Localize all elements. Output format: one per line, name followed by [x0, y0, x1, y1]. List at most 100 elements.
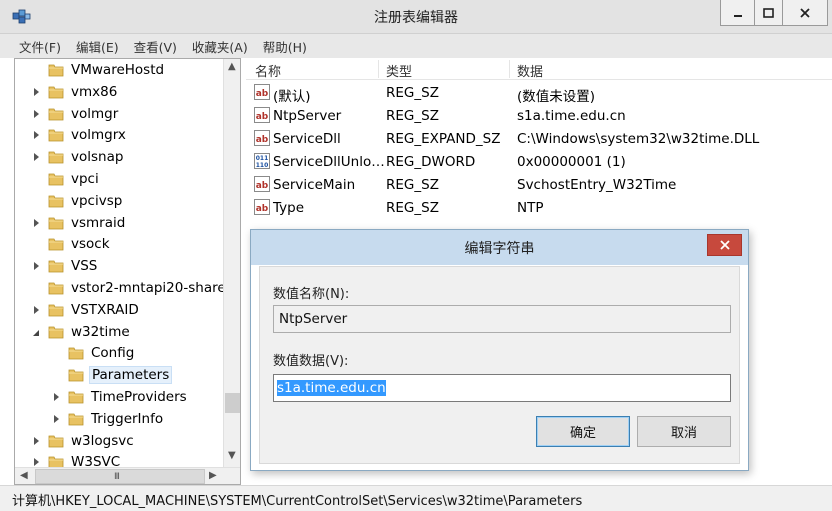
- value-row[interactable]: ab Type REG_SZ NTP: [246, 197, 832, 220]
- minimize-button[interactable]: [720, 0, 754, 26]
- scroll-up-icon[interactable]: ▲: [228, 62, 236, 72]
- maximize-button[interactable]: [754, 0, 782, 26]
- tree-item-label: Parameters: [89, 366, 173, 385]
- tree-vertical-scroll-thumb[interactable]: [225, 393, 240, 413]
- dialog-title: 编辑字符串: [464, 241, 535, 257]
- value-type: REG_DWORD: [386, 154, 476, 170]
- tree-item[interactable]: vmx86: [33, 81, 119, 103]
- tree-item-label: vpci: [71, 171, 99, 187]
- value-row[interactable]: ab NtpServer REG_SZ s1a.time.edu.cn: [246, 105, 832, 128]
- collapsed-arrow-icon[interactable]: [33, 130, 41, 140]
- collapsed-arrow-icon[interactable]: [33, 261, 41, 271]
- maximize-icon: [763, 7, 774, 18]
- collapsed-arrow-icon[interactable]: [33, 436, 41, 446]
- no-expander: [33, 65, 41, 75]
- registry-tree[interactable]: VMwareHostd vmx86 volmgr volmgrx volsnap vpci…: [14, 58, 241, 485]
- collapsed-arrow-icon[interactable]: [53, 392, 61, 402]
- collapsed-arrow-icon[interactable]: [33, 305, 41, 315]
- svg-text:ab: ab: [256, 135, 269, 145]
- folder-icon: [68, 390, 84, 404]
- tree-item[interactable]: w32time: [33, 321, 132, 343]
- value-type: REG_SZ: [386, 200, 439, 216]
- folder-icon: [48, 259, 64, 273]
- scroll-down-icon[interactable]: ▼: [228, 451, 236, 461]
- tree-item[interactable]: vpcivsp: [33, 190, 124, 212]
- svg-text:ab: ab: [256, 112, 269, 122]
- tree-item[interactable]: volsnap: [33, 146, 125, 168]
- tree-item[interactable]: VSS: [33, 255, 99, 277]
- value-row[interactable]: ab ServiceDll REG_EXPAND_SZ C:\Windows\syst…: [246, 128, 832, 151]
- tree-item[interactable]: VSTXRAID: [33, 299, 141, 321]
- collapsed-arrow-icon[interactable]: [33, 218, 41, 228]
- tree-item[interactable]: Parameters: [53, 364, 173, 386]
- column-header-name[interactable]: 名称: [255, 61, 281, 80]
- folder-icon: [48, 434, 64, 448]
- string-value-icon: ab: [254, 107, 270, 123]
- value-row[interactable]: 011 110 ServiceDllUnlo… REG_DWORD 0x00000001…: [246, 151, 832, 174]
- tree-item[interactable]: vsock: [33, 233, 112, 255]
- menu-view[interactable]: 查看(V): [134, 37, 177, 56]
- value-data: (数值未设置): [517, 89, 596, 105]
- column-separator[interactable]: [509, 60, 510, 78]
- close-button[interactable]: [782, 0, 828, 26]
- scroll-right-icon[interactable]: ▶: [209, 471, 217, 481]
- menu-help[interactable]: 帮助(H): [263, 37, 307, 56]
- folder-icon: [48, 216, 64, 230]
- tree-horizontal-scrollbar[interactable]: ◀ III ▶: [15, 467, 240, 484]
- list-header: 名称 类型 数据: [246, 58, 832, 80]
- tree-item-label: volmgr: [71, 105, 119, 122]
- collapsed-arrow-icon[interactable]: [33, 87, 41, 97]
- no-expander: [33, 174, 41, 184]
- tree-item[interactable]: TimeProviders: [53, 386, 189, 408]
- tree-item[interactable]: VMwareHostd: [33, 59, 166, 81]
- folder-icon: [48, 194, 64, 208]
- column-separator[interactable]: [378, 60, 379, 78]
- folder-icon: [68, 368, 84, 382]
- tree-item[interactable]: w3logsvc: [33, 430, 136, 452]
- tree-item[interactable]: vpci: [33, 168, 101, 190]
- tree-item-label: vstor2-mntapi20-shared: [71, 280, 235, 296]
- tree-vertical-scrollbar[interactable]: ▲ ▼: [223, 59, 240, 467]
- cancel-button[interactable]: 取消: [637, 416, 731, 447]
- menu-file[interactable]: 文件(F): [19, 37, 61, 56]
- collapsed-arrow-icon[interactable]: [33, 109, 41, 119]
- close-icon: [719, 240, 730, 250]
- tree-item[interactable]: Config: [53, 342, 136, 364]
- value-type: REG_SZ: [386, 177, 439, 193]
- tree-item[interactable]: vstor2-mntapi20-shared: [33, 277, 236, 299]
- column-header-data[interactable]: 数据: [517, 61, 543, 80]
- value-name: NtpServer: [273, 108, 342, 124]
- dialog-close-button[interactable]: [707, 234, 742, 256]
- menu-favorites[interactable]: 收藏夹(A): [192, 37, 248, 56]
- svg-text:ab: ab: [256, 181, 269, 191]
- tree-item-label: vmx86: [71, 83, 118, 100]
- folder-icon: [48, 281, 64, 295]
- tree-item[interactable]: volmgr: [33, 103, 120, 125]
- collapsed-arrow-icon[interactable]: [33, 457, 41, 467]
- menu-edit[interactable]: 编辑(E): [76, 37, 119, 56]
- close-icon: [800, 7, 810, 18]
- value-name: ServiceDllUnlo…: [273, 154, 385, 170]
- value-row[interactable]: ab (默认) REG_SZ (数值未设置): [246, 82, 832, 105]
- binary-value-icon: 011 110: [254, 153, 270, 169]
- collapsed-arrow-icon[interactable]: [33, 152, 41, 162]
- tree-item-label: TimeProviders: [91, 389, 187, 405]
- column-header-type[interactable]: 类型: [386, 61, 412, 80]
- tree-item[interactable]: vsmraid: [33, 212, 127, 234]
- folder-icon: [48, 172, 64, 186]
- folder-icon: [68, 412, 84, 426]
- tree-item-label: volsnap: [71, 149, 124, 166]
- scroll-left-icon[interactable]: ◀: [20, 471, 28, 481]
- collapsed-arrow-icon[interactable]: [53, 414, 61, 424]
- expanded-arrow-icon[interactable]: [33, 327, 41, 337]
- tree-horizontal-scroll-thumb[interactable]: III: [35, 469, 205, 484]
- value-data-input[interactable]: s1a.time.edu.cn: [273, 374, 731, 402]
- tree-item[interactable]: volmgrx: [33, 124, 128, 146]
- value-name: ServiceDll: [273, 131, 341, 147]
- value-data: C:\Windows\system32\w32time.DLL: [517, 131, 760, 147]
- tree-item[interactable]: TriggerInfo: [53, 408, 165, 430]
- ok-button[interactable]: 确定: [536, 416, 630, 447]
- value-row[interactable]: ab ServiceMain REG_SZ SvchostEntry_W32Time: [246, 174, 832, 197]
- tree-item-label: Config: [91, 345, 135, 362]
- status-bar: 计算机\HKEY_LOCAL_MACHINE\SYSTEM\CurrentCon…: [0, 485, 832, 511]
